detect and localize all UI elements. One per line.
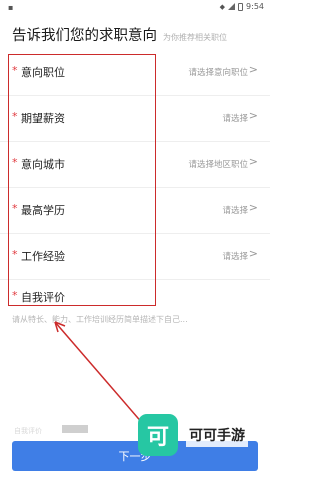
status-bar: ▪ ◆ 9:54 xyxy=(0,0,270,16)
wifi-icon: ◆ xyxy=(219,2,226,11)
page-title: 告诉我们您的求职意向 xyxy=(12,28,157,44)
page-header: 告诉我们您的求职意向 为你推荐相关职位 xyxy=(12,24,227,44)
battery-icon xyxy=(238,2,244,11)
row-value: 请选择 xyxy=(222,206,248,216)
notification-icon: ▪ xyxy=(8,3,14,12)
chevron-right-icon: > xyxy=(248,247,258,260)
page-subtitle: 为你推荐相关职位 xyxy=(163,33,227,42)
status-time: 9:54 xyxy=(246,2,264,11)
row-value: 请选择意向职位 xyxy=(188,68,248,78)
self-evaluation-input[interactable]: 请从特长、能力、工作培训经历简单描述下自己... xyxy=(12,314,258,424)
row-value: 请选择 xyxy=(222,114,248,124)
watermark-logo: 可 xyxy=(138,414,178,456)
watermark: 可 可可手游 xyxy=(138,414,248,456)
signal-icon xyxy=(228,3,236,10)
annotation-highlight-box xyxy=(8,54,156,306)
row-value: 请选择 xyxy=(222,252,248,262)
row-value: 请选择地区职位 xyxy=(188,160,248,170)
faded-text: 自我评价 xyxy=(14,427,42,435)
watermark-text: 可可手游 xyxy=(186,423,248,447)
chevron-right-icon: > xyxy=(248,109,258,122)
faded-tag xyxy=(62,425,88,433)
chevron-right-icon: > xyxy=(248,63,258,76)
chevron-right-icon: > xyxy=(248,155,258,168)
chevron-right-icon: > xyxy=(248,201,258,214)
